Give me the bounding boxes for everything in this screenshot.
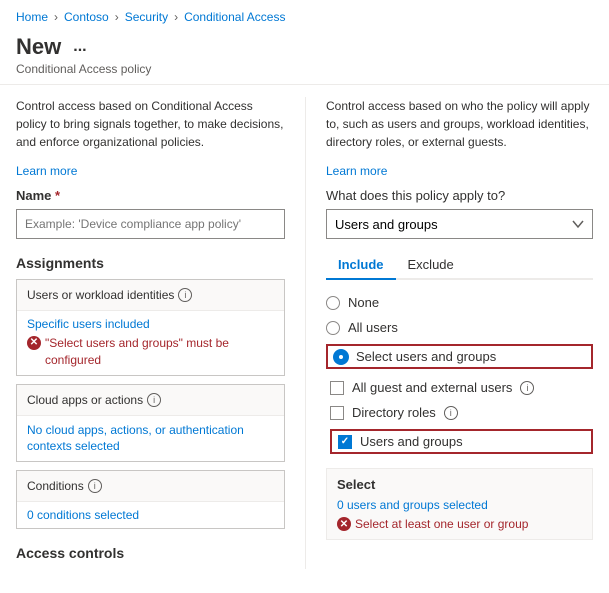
specific-users-text: Specific users included bbox=[27, 317, 274, 331]
right-panel: Control access based on who the policy w… bbox=[306, 97, 593, 569]
assignments-title: Assignments bbox=[16, 255, 285, 271]
conditions-info-icon[interactable]: i bbox=[88, 479, 102, 493]
conditions-header-text: Conditions bbox=[27, 479, 84, 493]
select-users-label: Select users and groups bbox=[356, 349, 496, 364]
breadcrumb-home[interactable]: Home bbox=[16, 10, 48, 24]
page-title: New bbox=[16, 34, 61, 60]
users-assignment-box: Users or workload identities i Specific … bbox=[16, 279, 285, 376]
select-section: Select 0 users and groups selected ✕ Sel… bbox=[326, 468, 593, 540]
select-users-radio[interactable] bbox=[334, 350, 348, 364]
users-error-icon: ✕ bbox=[27, 336, 41, 350]
none-option[interactable]: None bbox=[326, 290, 593, 315]
cloud-apps-header-text: Cloud apps or actions bbox=[27, 393, 143, 407]
directory-roles-label: Directory roles bbox=[352, 405, 436, 420]
users-error-text: "Select users and groups" must be config… bbox=[45, 335, 274, 369]
name-field-label: Name * bbox=[16, 188, 285, 203]
users-groups-label: Users and groups bbox=[360, 434, 463, 449]
cloud-apps-info-icon[interactable]: i bbox=[147, 393, 161, 407]
users-groups-option[interactable]: ✓ Users and groups bbox=[330, 429, 593, 454]
all-guest-option[interactable]: All guest and external users i bbox=[330, 375, 593, 400]
conditions-count-text: 0 conditions selected bbox=[27, 508, 274, 522]
name-input[interactable] bbox=[16, 209, 285, 239]
include-exclude-tabs: Include Exclude bbox=[326, 251, 593, 280]
users-assignment-header[interactable]: Users or workload identities i bbox=[17, 280, 284, 311]
tab-include[interactable]: Include bbox=[326, 251, 396, 280]
all-users-radio[interactable] bbox=[326, 321, 340, 335]
cloud-apps-assignment-box: Cloud apps or actions i No cloud apps, a… bbox=[16, 384, 285, 463]
all-guest-checkbox[interactable] bbox=[330, 381, 344, 395]
more-options-button[interactable]: ... bbox=[69, 38, 90, 56]
page-header: New ... Conditional Access policy bbox=[0, 30, 609, 85]
tab-exclude[interactable]: Exclude bbox=[396, 251, 466, 280]
directory-roles-info-icon[interactable]: i bbox=[444, 406, 458, 420]
checkbox-section: All guest and external users i Directory… bbox=[326, 375, 593, 454]
directory-roles-option[interactable]: Directory roles i bbox=[330, 400, 593, 425]
cloud-apps-body: No cloud apps, actions, or authenticatio… bbox=[17, 416, 284, 462]
select-users-option[interactable]: Select users and groups bbox=[326, 344, 593, 369]
conditions-assignment-box: Conditions i 0 conditions selected bbox=[16, 470, 285, 529]
conditions-body: 0 conditions selected bbox=[17, 502, 284, 528]
users-info-icon[interactable]: i bbox=[178, 288, 192, 302]
left-learn-more-link[interactable]: Learn more bbox=[16, 164, 77, 178]
cloud-apps-no-selection: No cloud apps, actions, or authenticatio… bbox=[27, 422, 274, 456]
breadcrumb: Home › Contoso › Security › Conditional … bbox=[0, 0, 609, 30]
breadcrumb-security[interactable]: Security bbox=[125, 10, 168, 24]
cloud-apps-header[interactable]: Cloud apps or actions i bbox=[17, 385, 284, 416]
select-error-row: ✕ Select at least one user or group bbox=[337, 516, 582, 531]
applies-to-label: What does this policy apply to? bbox=[326, 188, 593, 203]
select-error-icon: ✕ bbox=[337, 517, 351, 531]
main-content: Control access based on Conditional Acce… bbox=[0, 85, 609, 581]
none-radio[interactable] bbox=[326, 296, 340, 310]
selected-count: 0 users and groups selected bbox=[337, 498, 582, 512]
users-assignment-body: Specific users included ✕ "Select users … bbox=[17, 311, 284, 375]
select-error-text: Select at least one user or group bbox=[355, 517, 528, 531]
none-label: None bbox=[348, 295, 379, 310]
directory-roles-checkbox[interactable] bbox=[330, 406, 344, 420]
all-users-label: All users bbox=[348, 320, 398, 335]
right-learn-more-link[interactable]: Learn more bbox=[326, 164, 387, 178]
access-controls-title: Access controls bbox=[16, 545, 285, 561]
left-panel: Control access based on Conditional Acce… bbox=[16, 97, 306, 569]
all-guest-info-icon[interactable]: i bbox=[520, 381, 534, 395]
page-title-row: New ... bbox=[16, 34, 593, 60]
breadcrumb-contoso[interactable]: Contoso bbox=[64, 10, 109, 24]
select-section-title: Select bbox=[337, 477, 582, 492]
users-error-row: ✕ "Select users and groups" must be conf… bbox=[27, 335, 274, 369]
breadcrumb-conditional-access[interactable]: Conditional Access bbox=[184, 10, 285, 24]
page-subtitle: Conditional Access policy bbox=[16, 62, 593, 76]
policy-applies-to-dropdown[interactable]: Users and groups bbox=[326, 209, 593, 239]
left-description: Control access based on Conditional Acce… bbox=[16, 97, 285, 151]
conditions-header[interactable]: Conditions i bbox=[17, 471, 284, 502]
users-groups-checkbox[interactable]: ✓ bbox=[338, 435, 352, 449]
right-description: Control access based on who the policy w… bbox=[326, 97, 593, 151]
users-header-text: Users or workload identities bbox=[27, 288, 174, 302]
all-users-option[interactable]: All users bbox=[326, 315, 593, 340]
all-guest-label: All guest and external users bbox=[352, 380, 512, 395]
